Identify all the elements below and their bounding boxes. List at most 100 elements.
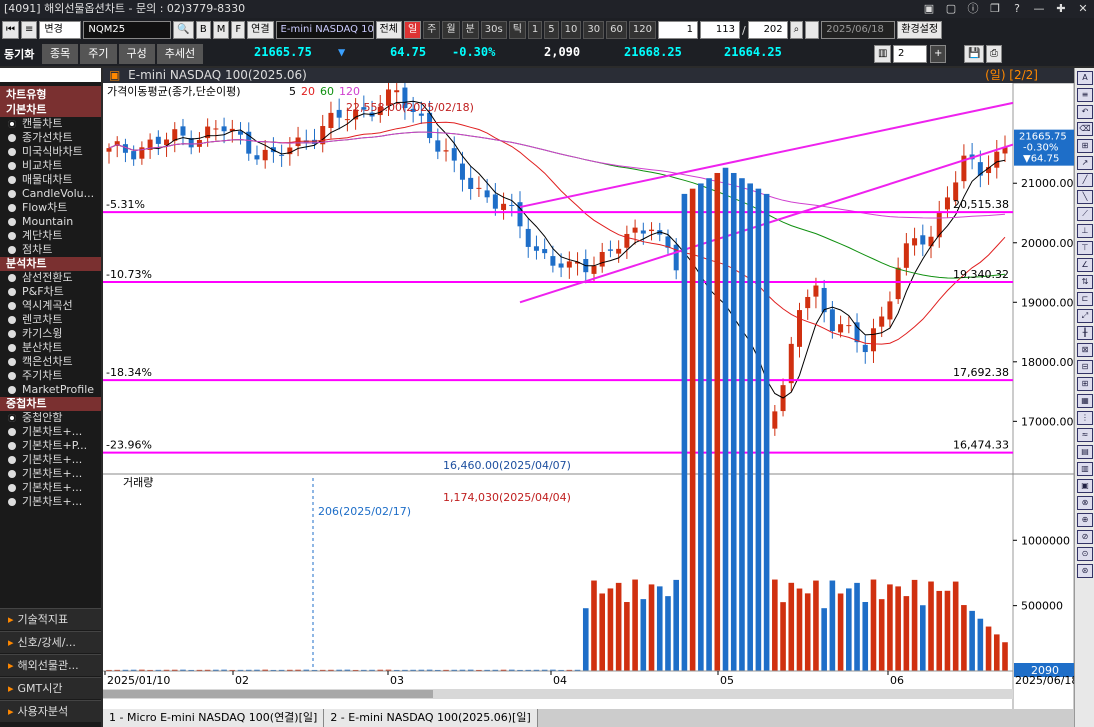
- sidebar-bottom-item[interactable]: ▸ GMT시간: [0, 677, 101, 699]
- period-minute[interactable]: 분: [461, 21, 479, 39]
- drawing-tool-icon[interactable]: ⊏: [1077, 292, 1093, 306]
- radio-icon[interactable]: [8, 302, 16, 310]
- sidebar-item[interactable]: 분산차트: [0, 341, 101, 355]
- help-icon[interactable]: ?: [1010, 0, 1024, 18]
- settings-button[interactable]: 환경설정: [897, 21, 943, 39]
- interval-60[interactable]: 60: [606, 21, 627, 39]
- change-select[interactable]: 변경: [39, 21, 82, 39]
- sidebar-bottom-item[interactable]: ▸ 기술적지표: [0, 608, 101, 630]
- period-tick[interactable]: 틱: [508, 21, 526, 39]
- drawing-tool-icon[interactable]: ⊥: [1077, 224, 1093, 238]
- drawing-tool-icon[interactable]: ⌫: [1077, 122, 1093, 136]
- period-30s[interactable]: 30s: [480, 21, 507, 39]
- sidebar-bottom-item[interactable]: ▸ 사용자분석: [0, 700, 101, 722]
- chart-area[interactable]: ▣ E-mini NASDAQ 100(2025.06) (일) [2/2] -…: [103, 68, 1074, 727]
- drawing-tool-icon[interactable]: A: [1077, 71, 1093, 85]
- radio-icon[interactable]: [8, 372, 16, 380]
- count-input[interactable]: 1: [657, 21, 698, 39]
- sidebar-bottom-item[interactable]: ▸ 해외선물관...: [0, 654, 101, 676]
- sidebar-search[interactable]: [0, 68, 101, 82]
- symbol-list-icon[interactable]: ≡: [21, 21, 38, 39]
- add-icon[interactable]: +: [930, 45, 947, 63]
- radio-icon[interactable]: [8, 148, 16, 156]
- drawing-tool-icon[interactable]: ⊛: [1077, 564, 1093, 578]
- radio-icon[interactable]: [8, 344, 16, 352]
- radio-icon[interactable]: [8, 120, 16, 128]
- period-week[interactable]: 주: [423, 21, 441, 39]
- tab-symbol[interactable]: 종목: [42, 44, 79, 64]
- radio-icon[interactable]: [8, 246, 16, 254]
- drawing-tool-icon[interactable]: ∠: [1077, 258, 1093, 272]
- tab-period[interactable]: 주기: [80, 44, 117, 64]
- sidebar-bottom-item[interactable]: ▸ 신호/강세/...: [0, 631, 101, 653]
- radio-icon[interactable]: [8, 232, 16, 240]
- drawing-tool-icon[interactable]: ▥: [1077, 462, 1093, 476]
- sidebar-item[interactable]: 비교차트: [0, 159, 101, 173]
- radio-icon[interactable]: [8, 176, 16, 184]
- interval-1[interactable]: 1: [527, 21, 543, 39]
- sidebar-item[interactable]: 기본차트+...: [0, 481, 101, 495]
- drawing-tool-icon[interactable]: ⟋: [1077, 207, 1093, 221]
- drawing-tool-icon[interactable]: ⊗: [1077, 496, 1093, 510]
- sidebar-item[interactable]: Mountain: [0, 215, 101, 229]
- sidebar-item[interactable]: MarketProfile: [0, 383, 101, 397]
- sidebar-item[interactable]: 기본차트+...: [0, 495, 101, 509]
- period-day[interactable]: 일: [403, 21, 422, 39]
- radio-icon[interactable]: [8, 288, 16, 296]
- drawing-tool-icon[interactable]: ⊘: [1077, 530, 1093, 544]
- interval-5[interactable]: 5: [544, 21, 559, 39]
- sidebar-item[interactable]: 역시계곡선: [0, 299, 101, 313]
- radio-icon[interactable]: [8, 358, 16, 366]
- interval-120[interactable]: 120: [628, 21, 656, 39]
- interval-10[interactable]: 10: [560, 21, 582, 39]
- sidebar-item[interactable]: 기본차트+...: [0, 425, 101, 439]
- date-input[interactable]: 2025/06/18: [821, 21, 896, 39]
- sidebar-item[interactable]: Flow차트: [0, 201, 101, 215]
- radio-icon[interactable]: [8, 456, 16, 464]
- sync-label[interactable]: 동기화: [0, 46, 42, 62]
- radio-icon[interactable]: [8, 442, 16, 450]
- drawing-tool-icon[interactable]: ≈: [1077, 428, 1093, 442]
- interval-30[interactable]: 30: [583, 21, 605, 39]
- drawing-tool-icon[interactable]: ▤: [1077, 445, 1093, 459]
- drawing-tool-icon[interactable]: ⊕: [1077, 513, 1093, 527]
- sidebar-section-header[interactable]: 중첩차트: [0, 397, 101, 411]
- radio-icon[interactable]: [8, 190, 16, 198]
- page-total-input[interactable]: 202: [747, 21, 788, 39]
- period-month[interactable]: 월: [442, 21, 460, 39]
- restore-icon[interactable]: ❐: [988, 0, 1002, 18]
- tab-trendline[interactable]: 추세선: [156, 44, 204, 64]
- layout-icon[interactable]: ▥: [874, 45, 892, 63]
- radio-icon[interactable]: [8, 274, 16, 282]
- drawing-tool-icon[interactable]: ≡: [1077, 88, 1093, 102]
- radio-icon[interactable]: [8, 162, 16, 170]
- radio-icon[interactable]: [8, 316, 16, 324]
- sidebar-item[interactable]: 미국식바차트: [0, 145, 101, 159]
- bottom-tab-2[interactable]: 2 - E-mini NASDAQ 100(2025.06)[일]: [324, 709, 538, 727]
- print-icon[interactable]: ⎙: [986, 45, 1002, 63]
- sidebar-item[interactable]: 종가선차트: [0, 131, 101, 145]
- tab-compose[interactable]: 구성: [118, 44, 155, 64]
- zoom-icon[interactable]: ⌕: [789, 21, 804, 39]
- sidebar-item[interactable]: 주기차트: [0, 369, 101, 383]
- drawing-tool-icon[interactable]: ⊟: [1077, 360, 1093, 374]
- symbol-input[interactable]: NQM25: [83, 21, 172, 39]
- sidebar-item[interactable]: P&F차트: [0, 285, 101, 299]
- radio-icon[interactable]: [8, 498, 16, 506]
- drawing-tool-icon[interactable]: ▦: [1077, 394, 1093, 408]
- radio-icon[interactable]: [8, 330, 16, 338]
- drawing-tool-icon[interactable]: ↗: [1077, 156, 1093, 170]
- drawing-tool-icon[interactable]: ⊠: [1077, 343, 1093, 357]
- sidebar-item[interactable]: 캔들차트: [0, 117, 101, 131]
- link-button[interactable]: 연결: [247, 21, 274, 39]
- date-checkbox[interactable]: [805, 21, 820, 39]
- drawing-tool-icon[interactable]: ⇅: [1077, 275, 1093, 289]
- bottom-tab-1[interactable]: 1 - Micro E-mini NASDAQ 100(연결)[일]: [103, 709, 325, 727]
- drawing-tool-icon[interactable]: ⊤: [1077, 241, 1093, 255]
- all-button[interactable]: 전체: [375, 21, 402, 39]
- sidebar-item[interactable]: CandleVolu...: [0, 187, 101, 201]
- sidebar-item[interactable]: 기본차트+P...: [0, 439, 101, 453]
- layout-select[interactable]: 2: [893, 45, 927, 63]
- drawing-tool-icon[interactable]: ╱: [1077, 173, 1093, 187]
- radio-icon[interactable]: [8, 484, 16, 492]
